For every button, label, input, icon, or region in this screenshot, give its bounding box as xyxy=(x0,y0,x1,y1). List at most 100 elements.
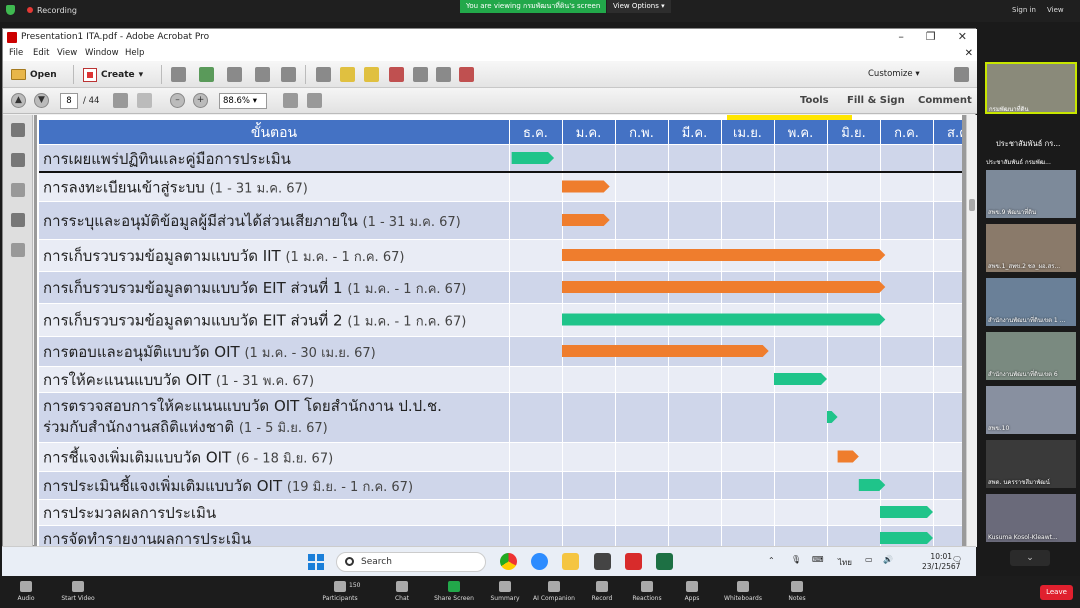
language-indicator[interactable]: ไทย xyxy=(838,556,852,569)
task-month-cell xyxy=(510,526,562,547)
highlight-icon[interactable] xyxy=(364,67,379,82)
signature-icon[interactable] xyxy=(11,243,25,257)
task-month-cell xyxy=(828,526,880,547)
zoom-app-icon[interactable] xyxy=(531,553,548,570)
arrow-up-icon[interactable]: ▲ xyxy=(11,93,26,108)
leave-button[interactable]: Leave xyxy=(1040,585,1073,600)
doc-close-button[interactable]: ✕ xyxy=(965,48,973,59)
attachment-icon[interactable] xyxy=(11,183,25,197)
comment-icon[interactable] xyxy=(340,67,355,82)
save-icon[interactable] xyxy=(171,67,186,82)
sign-in-link[interactable]: Sign in xyxy=(1012,6,1036,14)
apps-label: Apps xyxy=(684,595,700,602)
gear-icon[interactable] xyxy=(316,67,331,82)
select-cursor-icon[interactable] xyxy=(113,93,128,108)
participant-tile[interactable]: สพข.10 xyxy=(986,386,1076,434)
task-month-cell xyxy=(775,393,827,442)
notification-icon[interactable]: 🗨 xyxy=(952,555,962,564)
restore-button[interactable]: ❐ xyxy=(926,30,936,43)
participant-tile[interactable]: สำนักงานพัฒนาที่ดินเขต 6 xyxy=(986,332,1076,380)
comment-button[interactable]: Comment xyxy=(918,95,972,106)
sparkle-icon xyxy=(548,581,560,592)
combine-icon[interactable] xyxy=(436,67,451,82)
task-bar xyxy=(511,152,555,164)
page-number-input[interactable]: 8 xyxy=(60,93,78,109)
file-explorer-icon[interactable] xyxy=(562,553,579,570)
task-month-cell xyxy=(616,393,668,442)
open-button[interactable]: Open xyxy=(11,66,57,83)
participants-button[interactable]: Participants xyxy=(310,579,370,602)
task-month-cell xyxy=(775,173,827,201)
microphone-icon[interactable]: 🎙 xyxy=(791,555,801,564)
menu-file[interactable]: File xyxy=(9,48,23,58)
participant-tile[interactable]: สพข.9 พัฒนาที่ดิน xyxy=(986,170,1076,218)
whiteboards-button[interactable]: Whiteboards xyxy=(713,579,773,602)
tools-button[interactable]: Tools xyxy=(800,95,829,106)
fit-page-icon[interactable] xyxy=(307,93,322,108)
chevron-up-icon[interactable]: ⌃ xyxy=(768,556,775,565)
taskbar-search[interactable]: Search xyxy=(336,552,486,572)
acrobat-window: Presentation1 ITA.pdf - Adobe Acrobat Pr… xyxy=(2,28,977,547)
email-icon[interactable] xyxy=(281,67,296,82)
zoom-level-select[interactable]: 88.6% ▾ xyxy=(219,93,267,109)
layers-icon[interactable] xyxy=(11,213,25,227)
create-button[interactable]: Create ▾ xyxy=(83,66,143,83)
participant-tile[interactable]: สพข.1_สพข.2 ชล_ผอ.สร... xyxy=(986,224,1076,272)
menu-help[interactable]: Help xyxy=(125,48,144,58)
acrobat-taskbar-icon[interactable] xyxy=(625,553,642,570)
view-button[interactable]: View xyxy=(1047,6,1064,14)
menu-view[interactable]: View xyxy=(57,48,77,58)
zoom-in-icon[interactable]: + xyxy=(193,93,208,108)
zoom-out-icon[interactable]: – xyxy=(170,93,185,108)
keyboard-icon[interactable]: ⌨ xyxy=(812,555,824,564)
task-month-cell xyxy=(616,367,668,392)
page-icon[interactable] xyxy=(413,67,428,82)
fit-width-icon[interactable] xyxy=(283,93,298,108)
menu-window[interactable]: Window xyxy=(85,48,119,58)
notes-button[interactable]: Notes xyxy=(767,579,827,602)
delete-icon[interactable] xyxy=(389,67,404,82)
cloud-icon[interactable] xyxy=(199,67,214,82)
minimize-button[interactable]: – xyxy=(898,30,904,43)
chat-button[interactable]: Chat xyxy=(372,579,432,602)
month-label: มี.ค. xyxy=(682,125,708,141)
scroll-thumb[interactable] xyxy=(969,199,975,211)
print-icon[interactable] xyxy=(227,67,242,82)
task-bar xyxy=(562,281,886,293)
volume-icon[interactable]: 🔊 xyxy=(883,555,893,564)
vertical-scrollbar[interactable] xyxy=(966,115,977,547)
task-bar xyxy=(880,506,933,518)
customize-button[interactable]: Customize ▾ xyxy=(868,69,920,79)
close-button[interactable]: ✕ xyxy=(958,30,967,43)
hand-icon[interactable] xyxy=(137,93,152,108)
participant-tile[interactable]: Kusuma Kosol-Kleawt... xyxy=(986,494,1076,542)
expand-icon[interactable] xyxy=(954,67,969,82)
chrome-icon[interactable] xyxy=(500,553,517,570)
excel-icon[interactable] xyxy=(656,553,673,570)
arrow-down-icon[interactable]: ▼ xyxy=(34,93,49,108)
task-month-cell xyxy=(881,173,933,201)
menu-edit[interactable]: Edit xyxy=(33,48,49,58)
self-video-tile[interactable]: กรมพัฒนาที่ดิน xyxy=(985,62,1077,114)
title-bar: Presentation1 ITA.pdf - Adobe Acrobat Pr… xyxy=(3,29,977,46)
document-viewport: ขั้นตอน ธ.ค. ม.ค. ก.พ. มี.ค. เม.ย. พ.ค. มิ.ย. ก.… xyxy=(34,115,966,547)
participant-tile[interactable]: สพด. นครราชสีมาพัฒน์ xyxy=(986,440,1076,488)
calculator-icon[interactable] xyxy=(594,553,611,570)
pages-icon[interactable] xyxy=(11,123,25,137)
edit-icon[interactable] xyxy=(255,67,270,82)
task-bar xyxy=(562,214,610,226)
month-label: ก.พ. xyxy=(629,126,654,141)
participant-tile[interactable]: สำนักงานพัฒนาที่ดินเขต 1 ... xyxy=(986,278,1076,326)
start-video-button[interactable]: Start Video xyxy=(48,579,108,602)
network-icon[interactable]: ▭ xyxy=(865,555,873,564)
bookmark-icon[interactable] xyxy=(11,153,25,167)
chevron-down-icon[interactable]: ⌄ xyxy=(1010,550,1050,566)
task-month-cell xyxy=(881,240,933,271)
month-label: เม.ย. xyxy=(733,126,762,141)
windows-start-icon[interactable] xyxy=(308,554,324,570)
task-month-cell xyxy=(934,367,962,392)
view-options-button[interactable]: View Options ▾ xyxy=(607,0,671,13)
whiteboards-label: Whiteboards xyxy=(724,595,762,602)
form-icon[interactable] xyxy=(459,67,474,82)
fill-sign-button[interactable]: Fill & Sign xyxy=(847,95,905,106)
